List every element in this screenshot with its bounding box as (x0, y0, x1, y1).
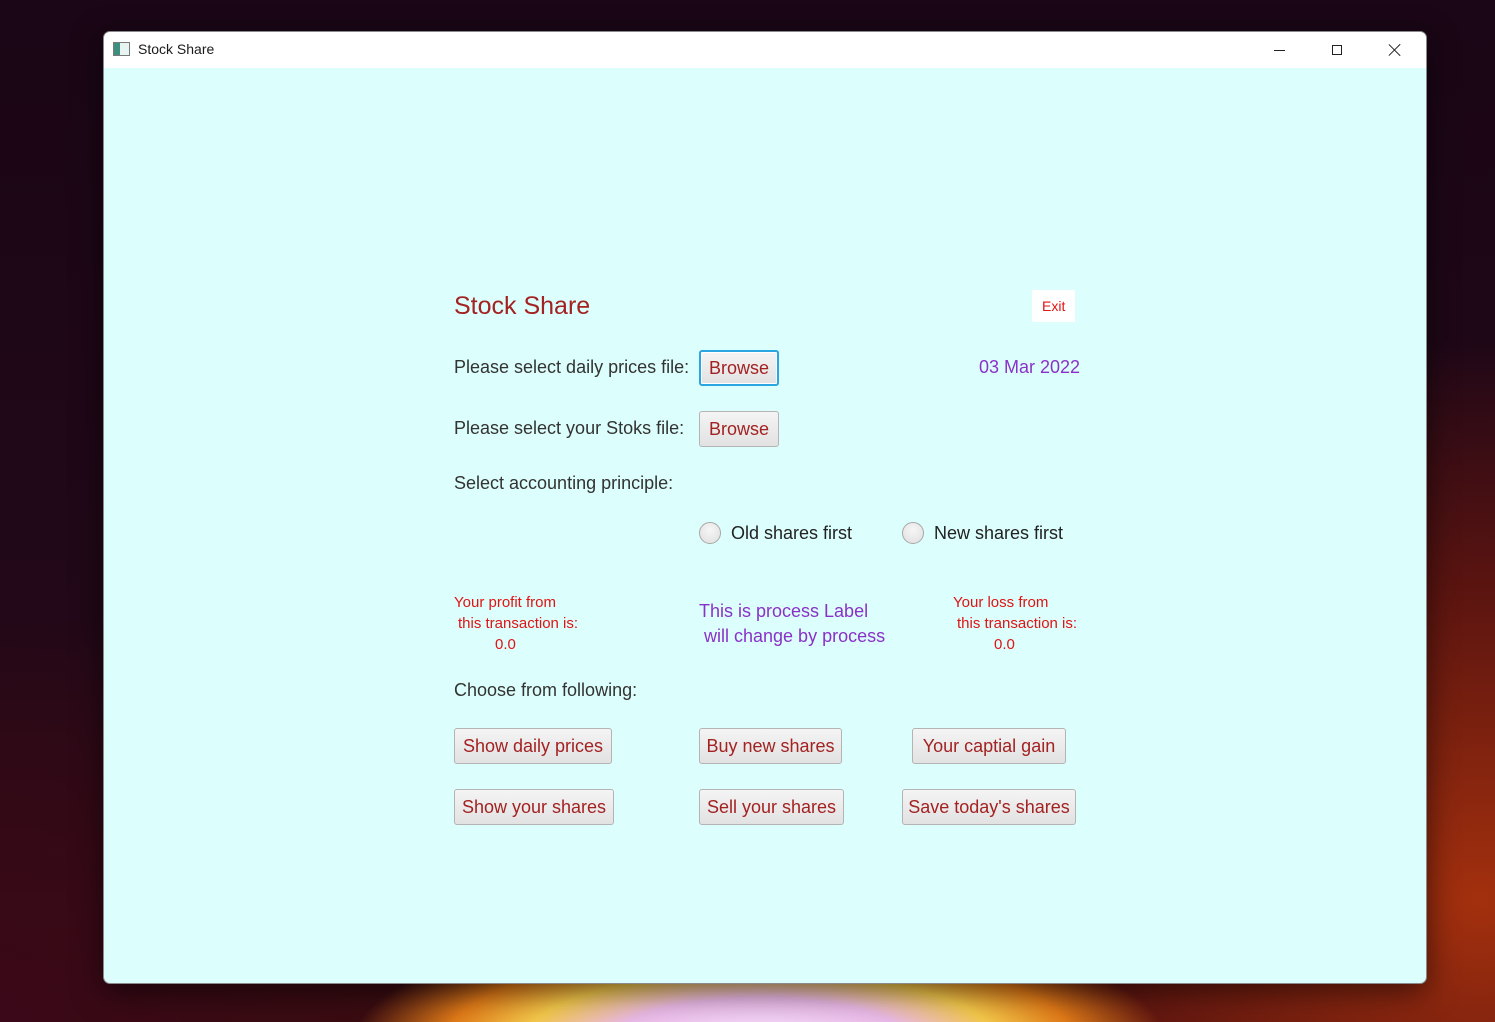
date-label: 03 Mar 2022 (979, 357, 1081, 377)
capital-gain-button[interactable]: Your captial gain (912, 728, 1066, 764)
title-bar[interactable]: Stock Share (104, 32, 1426, 68)
profit-label-line2: this transaction is: (458, 615, 579, 632)
loss-value: 0.0 (994, 636, 1015, 653)
maximize-button[interactable] (1308, 32, 1366, 68)
radio-circle[interactable] (699, 522, 721, 544)
app-icon (113, 42, 130, 56)
window-title: Stock Share (138, 41, 215, 57)
page-title: Stock Share (454, 292, 591, 320)
save-todays-shares-button[interactable]: Save today's shares (902, 789, 1076, 825)
close-button[interactable] (1366, 32, 1424, 68)
exit-button[interactable]: Exit (1032, 290, 1076, 322)
buy-new-shares-button[interactable]: Buy new shares (699, 728, 842, 764)
process-label-line1: This is process Label (699, 601, 869, 621)
radio-new-shares-first[interactable]: New shares first (902, 522, 1063, 544)
show-daily-prices-button[interactable]: Show daily prices (454, 728, 612, 764)
show-your-shares-button[interactable]: Show your shares (454, 789, 614, 825)
app-window: Stock Share Stock Share Exit Please sele… (103, 31, 1427, 984)
maximize-icon (1332, 45, 1342, 55)
radio-label: Old shares first (731, 522, 853, 543)
minimize-icon (1273, 49, 1285, 51)
loss-label-line2: this transaction is: (957, 615, 1078, 632)
browse-stocks-button[interactable]: Browse (699, 411, 779, 447)
radio-circle[interactable] (902, 522, 924, 544)
process-label-line2: will change by process (704, 626, 886, 646)
minimize-button[interactable] (1250, 32, 1308, 68)
browse-daily-prices-button[interactable]: Browse (699, 350, 779, 386)
choose-prompt: Choose from following: (454, 680, 638, 700)
daily-prices-prompt: Please select daily prices file: (454, 357, 690, 377)
profit-value: 0.0 (495, 636, 516, 653)
profit-label-line1: Your profit from (454, 594, 556, 611)
radio-label: New shares first (934, 522, 1064, 543)
stocks-file-prompt: Please select your Stoks file: (454, 418, 685, 438)
sell-your-shares-button[interactable]: Sell your shares (699, 789, 844, 825)
main-content: Stock Share Exit Please select daily pri… (104, 68, 1426, 983)
radio-old-shares-first[interactable]: Old shares first (699, 522, 852, 544)
accounting-principle-prompt: Select accounting principle: (454, 473, 674, 493)
loss-label-line1: Your loss from (953, 594, 1049, 611)
close-icon (1388, 43, 1402, 57)
